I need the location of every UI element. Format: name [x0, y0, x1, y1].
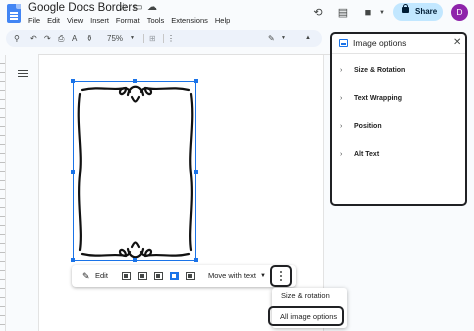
collapse-menus-icon[interactable]: ▲	[305, 30, 311, 47]
section-label: Alt Text	[354, 151, 380, 158]
horizontal-ruler[interactable]	[38, 48, 330, 55]
vertical-ruler[interactable]	[0, 55, 6, 331]
chevron-right-icon: ›	[340, 95, 343, 102]
redo-icon[interactable]: ↷	[44, 30, 51, 47]
resize-handle[interactable]	[194, 170, 198, 174]
selected-border-image[interactable]	[71, 79, 198, 262]
resize-handle[interactable]	[71, 170, 75, 174]
section-text-wrapping[interactable]: › Text Wrapping	[340, 95, 402, 102]
close-icon[interactable]: ✕	[453, 37, 461, 48]
share-label: Share	[415, 7, 438, 16]
resize-handle[interactable]	[194, 79, 198, 83]
chevron-right-icon: ›	[340, 123, 343, 130]
section-alt-text[interactable]: › Alt Text	[340, 151, 379, 158]
menu-item-size-rotation[interactable]: Size & rotation	[281, 291, 330, 300]
menu-view[interactable]: View	[67, 16, 83, 25]
search-menus-icon[interactable]: ⚲	[14, 30, 20, 47]
menu-tools[interactable]: Tools	[147, 16, 165, 25]
image-context-toolbar: Edit Move with text ▼	[72, 265, 296, 287]
move-folder-icon[interactable]: ▭	[133, 2, 142, 13]
menu-help[interactable]: Help	[215, 16, 230, 25]
position-dropdown-icon[interactable]: ▼	[260, 265, 266, 287]
menu-file[interactable]: File	[28, 16, 40, 25]
toolbar-divider	[143, 34, 144, 43]
undo-icon[interactable]: ↶	[30, 30, 37, 47]
comments-icon[interactable]: ▤	[336, 6, 350, 20]
document-outline-icon[interactable]	[18, 70, 28, 78]
panel-title: Image options	[353, 38, 407, 48]
toolbar: ⚲ ↶ ↷ ⎙ A ⚱ 75% ▼ ⊞ ⋮ ✎ ▼ ▲	[6, 30, 322, 47]
menu-edit[interactable]: Edit	[47, 16, 60, 25]
spellcheck-icon[interactable]: A	[72, 30, 77, 47]
cloud-status-icon[interactable]: ☁	[147, 2, 157, 13]
chevron-right-icon: ›	[340, 151, 343, 158]
version-history-icon[interactable]: ⟲	[311, 6, 325, 20]
resize-handle[interactable]	[194, 258, 198, 262]
resize-handle[interactable]	[133, 79, 137, 83]
meet-dropdown-icon[interactable]: ▼	[375, 6, 389, 20]
panel-header: Image options ✕	[332, 34, 465, 54]
in-front-of-text-icon[interactable]	[186, 272, 195, 280]
menu-extensions[interactable]: Extensions	[171, 16, 208, 25]
zoom-dropdown-icon[interactable]: ▼	[130, 30, 135, 47]
image-icon	[339, 39, 348, 47]
position-select[interactable]: Move with text	[208, 265, 256, 287]
star-icon[interactable]: ☆	[119, 2, 128, 13]
menu-insert[interactable]: Insert	[90, 16, 109, 25]
menu-format[interactable]: Format	[116, 16, 140, 25]
lock-icon	[402, 4, 409, 13]
hand-drawn-border-graphic	[77, 85, 194, 259]
behind-text-icon[interactable]	[170, 272, 179, 280]
section-size-rotation[interactable]: › Size & Rotation	[340, 67, 405, 74]
section-label: Size & Rotation	[354, 67, 406, 74]
toolbar-divider	[163, 34, 164, 43]
meet-icon[interactable]: ■	[361, 6, 375, 20]
resize-handle[interactable]	[71, 79, 75, 83]
google-docs-window: Google Docs Borders ☆ ▭ ☁ File Edit View…	[0, 0, 474, 331]
menu-bar: File Edit View Insert Format Tools Exten…	[28, 16, 237, 25]
wrap-inline-icon[interactable]	[122, 272, 131, 280]
more-options-icon[interactable]: ⋮	[167, 30, 175, 47]
break-text-icon[interactable]	[154, 272, 163, 280]
editing-mode-icon[interactable]: ✎	[268, 30, 275, 47]
section-label: Position	[354, 123, 382, 130]
paint-format-icon[interactable]: ⚱	[86, 30, 93, 47]
share-button[interactable]: Share	[393, 3, 443, 21]
more-options-highlight	[270, 265, 292, 287]
zoom-select[interactable]: 75%	[107, 30, 123, 47]
editing-mode-dropdown-icon[interactable]: ▼	[281, 30, 286, 47]
image-options-panel: Image options ✕ › Size & Rotation › Text W…	[330, 32, 467, 206]
resize-handle[interactable]	[71, 258, 75, 262]
section-position[interactable]: › Position	[340, 123, 382, 130]
title-bar: Google Docs Borders ☆ ▭ ☁ File Edit View…	[0, 0, 474, 30]
insert-comment-icon[interactable]: ⊞	[149, 30, 156, 47]
section-label: Text Wrapping	[354, 95, 402, 102]
wrap-text-icon[interactable]	[138, 272, 147, 280]
avatar[interactable]: D	[451, 4, 468, 21]
edit-image-button[interactable]: Edit	[82, 265, 108, 287]
resize-handle[interactable]	[133, 258, 137, 262]
all-image-options-highlight	[268, 306, 344, 326]
chevron-right-icon: ›	[340, 67, 343, 74]
print-icon[interactable]: ⎙	[58, 30, 64, 47]
docs-logo-icon[interactable]	[7, 4, 21, 23]
